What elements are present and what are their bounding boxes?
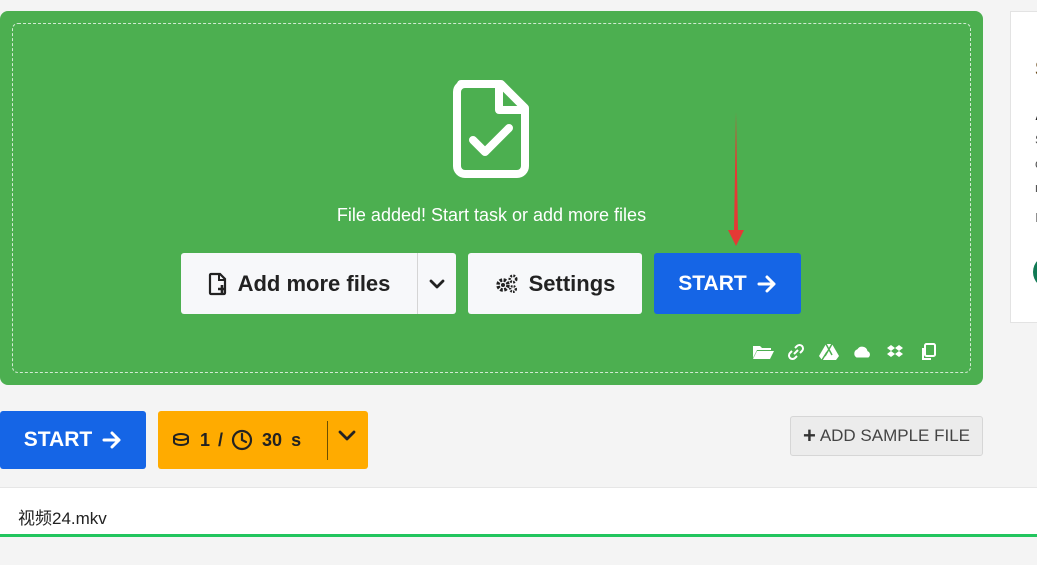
credits-divider bbox=[327, 421, 328, 460]
start-button-secondary[interactable]: START bbox=[0, 411, 146, 469]
chevron-down-icon[interactable] bbox=[338, 430, 356, 442]
dropbox-icon[interactable] bbox=[884, 342, 906, 362]
start-label: START bbox=[678, 271, 747, 295]
annotation-arrow bbox=[728, 112, 744, 246]
side-promo-card[interactable]: S A S c r E bbox=[1010, 11, 1037, 323]
arrow-right-icon bbox=[102, 431, 122, 449]
add-more-files-button[interactable]: Add more files bbox=[181, 253, 418, 314]
side-card-badge bbox=[1033, 255, 1037, 289]
link-icon[interactable] bbox=[785, 342, 807, 362]
add-files-dropdown-toggle[interactable] bbox=[418, 253, 456, 314]
time-unit: s bbox=[291, 429, 302, 450]
file-added-message: File added! Start task or add more files bbox=[336, 205, 647, 225]
credits-value: 1 bbox=[200, 429, 211, 450]
drop-zone-border bbox=[12, 23, 971, 373]
credits-separator: / bbox=[218, 429, 224, 450]
file-source-icons bbox=[752, 342, 939, 362]
file-plus-icon bbox=[208, 272, 228, 296]
arrow-right-icon bbox=[757, 275, 777, 293]
file-drop-zone[interactable]: File added! Start task or add more files… bbox=[0, 11, 983, 385]
chevron-down-icon bbox=[429, 279, 445, 289]
settings-button[interactable]: Settings bbox=[468, 253, 642, 314]
file-list-item[interactable]: 视频24.mkv bbox=[0, 487, 1037, 537]
time-value: 30 bbox=[262, 429, 283, 450]
plus-icon: + bbox=[802, 423, 816, 448]
start-label: START bbox=[23, 428, 93, 451]
add-more-files-label: Add more files bbox=[237, 270, 391, 296]
file-check-icon bbox=[453, 80, 529, 178]
settings-label: Settings bbox=[528, 270, 616, 296]
start-button-main[interactable]: START bbox=[654, 253, 801, 314]
add-sample-file-label: ADD SAMPLE FILE bbox=[819, 426, 971, 445]
onedrive-icon[interactable] bbox=[851, 342, 873, 362]
clock-icon bbox=[231, 429, 253, 451]
credits-estimate-button[interactable]: 1 / 30 s bbox=[158, 411, 368, 469]
add-sample-file-button[interactable]: + ADD SAMPLE FILE bbox=[790, 416, 983, 456]
clipboard-icon[interactable] bbox=[917, 342, 939, 362]
google-drive-icon[interactable] bbox=[818, 342, 840, 362]
file-name: 视频24.mkv bbox=[18, 509, 107, 528]
gears-icon bbox=[495, 273, 519, 294]
folder-icon[interactable] bbox=[752, 342, 774, 362]
coins-icon bbox=[172, 433, 190, 447]
